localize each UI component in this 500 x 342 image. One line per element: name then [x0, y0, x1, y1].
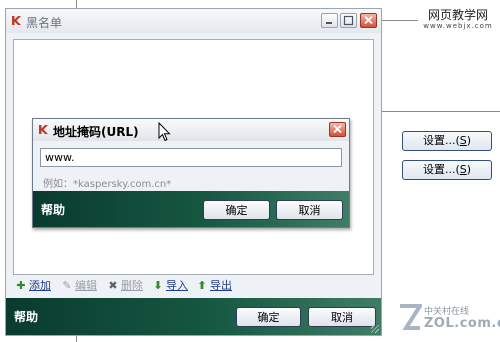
window-title: 黑名单 — [26, 16, 63, 30]
dialog-cancel-button[interactable]: 取消 — [276, 200, 343, 220]
delete-label: 删除 — [121, 279, 143, 292]
add-label: 添加 — [29, 279, 51, 292]
maximize-icon — [343, 15, 354, 26]
background-divider — [76, 336, 77, 342]
settings-button-label-end: ) — [466, 134, 472, 147]
edit-button[interactable]: ✎ 编辑 — [62, 277, 97, 293]
dialog-title: 地址掩码(URL) — [53, 125, 139, 139]
import-button[interactable]: ⬇ 导入 — [153, 277, 188, 293]
add-button[interactable]: ✚ 添加 — [16, 277, 51, 293]
arrow-up-icon: ⬆ — [197, 279, 207, 292]
close-icon — [364, 15, 373, 25]
example-hint: 例如：*kaspersky.com.cn* — [43, 179, 172, 190]
resize-grip[interactable] — [371, 325, 379, 333]
watermark-english: ZOL.com.cn — [424, 316, 500, 331]
settings-button-2[interactable]: 设置...(S) — [402, 160, 492, 180]
x-icon: ✖ — [108, 279, 118, 292]
settings-hotkey: S — [459, 134, 467, 147]
watermark-top: 网页教学网 www.webjx.com — [418, 8, 498, 31]
window-footer: 帮助 确定 取消 — [6, 298, 381, 335]
export-button[interactable]: ⬆ 导出 — [197, 277, 232, 293]
kaspersky-logo-icon — [38, 124, 49, 135]
help-link[interactable]: 帮助 — [14, 308, 38, 325]
plus-icon: ✚ — [16, 279, 26, 292]
arrow-down-icon: ⬇ — [153, 279, 163, 292]
url-mask-dialog: 地址掩码(URL) 例如：*kaspersky.com.cn* 帮助 确定 取消 — [32, 118, 350, 228]
dialog-footer: 帮助 确定 取消 — [33, 191, 349, 227]
watermark-title: 网页教学网 — [427, 8, 488, 22]
minimize-icon — [326, 22, 332, 24]
background-divider — [382, 111, 500, 112]
url-mask-input[interactable] — [40, 148, 342, 167]
cancel-button[interactable]: 取消 — [308, 307, 376, 327]
watermark-url: www.webjx.com — [423, 22, 493, 30]
dialog-titlebar[interactable]: 地址掩码(URL) — [33, 119, 349, 141]
delete-button[interactable]: ✖ 删除 — [108, 277, 143, 293]
import-label: 导入 — [166, 279, 188, 292]
zol-logo-icon — [400, 304, 422, 330]
background-divider — [76, 0, 77, 8]
maximize-button[interactable] — [340, 13, 357, 28]
export-label: 导出 — [210, 279, 232, 292]
settings-button-1[interactable]: 设置...(S) — [402, 131, 492, 151]
dialog-ok-button[interactable]: 确定 — [203, 200, 270, 220]
watermark-bottom: 中关村在线 ZOL.com.cn — [398, 300, 500, 336]
mouse-cursor-icon — [158, 121, 171, 145]
minimize-button[interactable] — [321, 13, 338, 28]
close-button[interactable] — [360, 13, 377, 28]
dialog-help-link[interactable]: 帮助 — [41, 201, 65, 218]
settings-button-label: 设置...( — [422, 134, 460, 147]
settings-button-label-end: ) — [466, 163, 472, 176]
window-titlebar[interactable]: 黑名单 — [6, 9, 381, 33]
background-divider — [382, 20, 418, 21]
kaspersky-logo-icon — [11, 15, 22, 26]
ok-button[interactable]: 确定 — [236, 307, 301, 327]
settings-hotkey: S — [459, 163, 467, 176]
dialog-close-button[interactable] — [329, 122, 346, 137]
settings-button-label: 设置...( — [422, 163, 460, 176]
pencil-icon: ✎ — [62, 279, 72, 292]
close-icon — [333, 124, 342, 134]
edit-label: 编辑 — [75, 279, 97, 292]
